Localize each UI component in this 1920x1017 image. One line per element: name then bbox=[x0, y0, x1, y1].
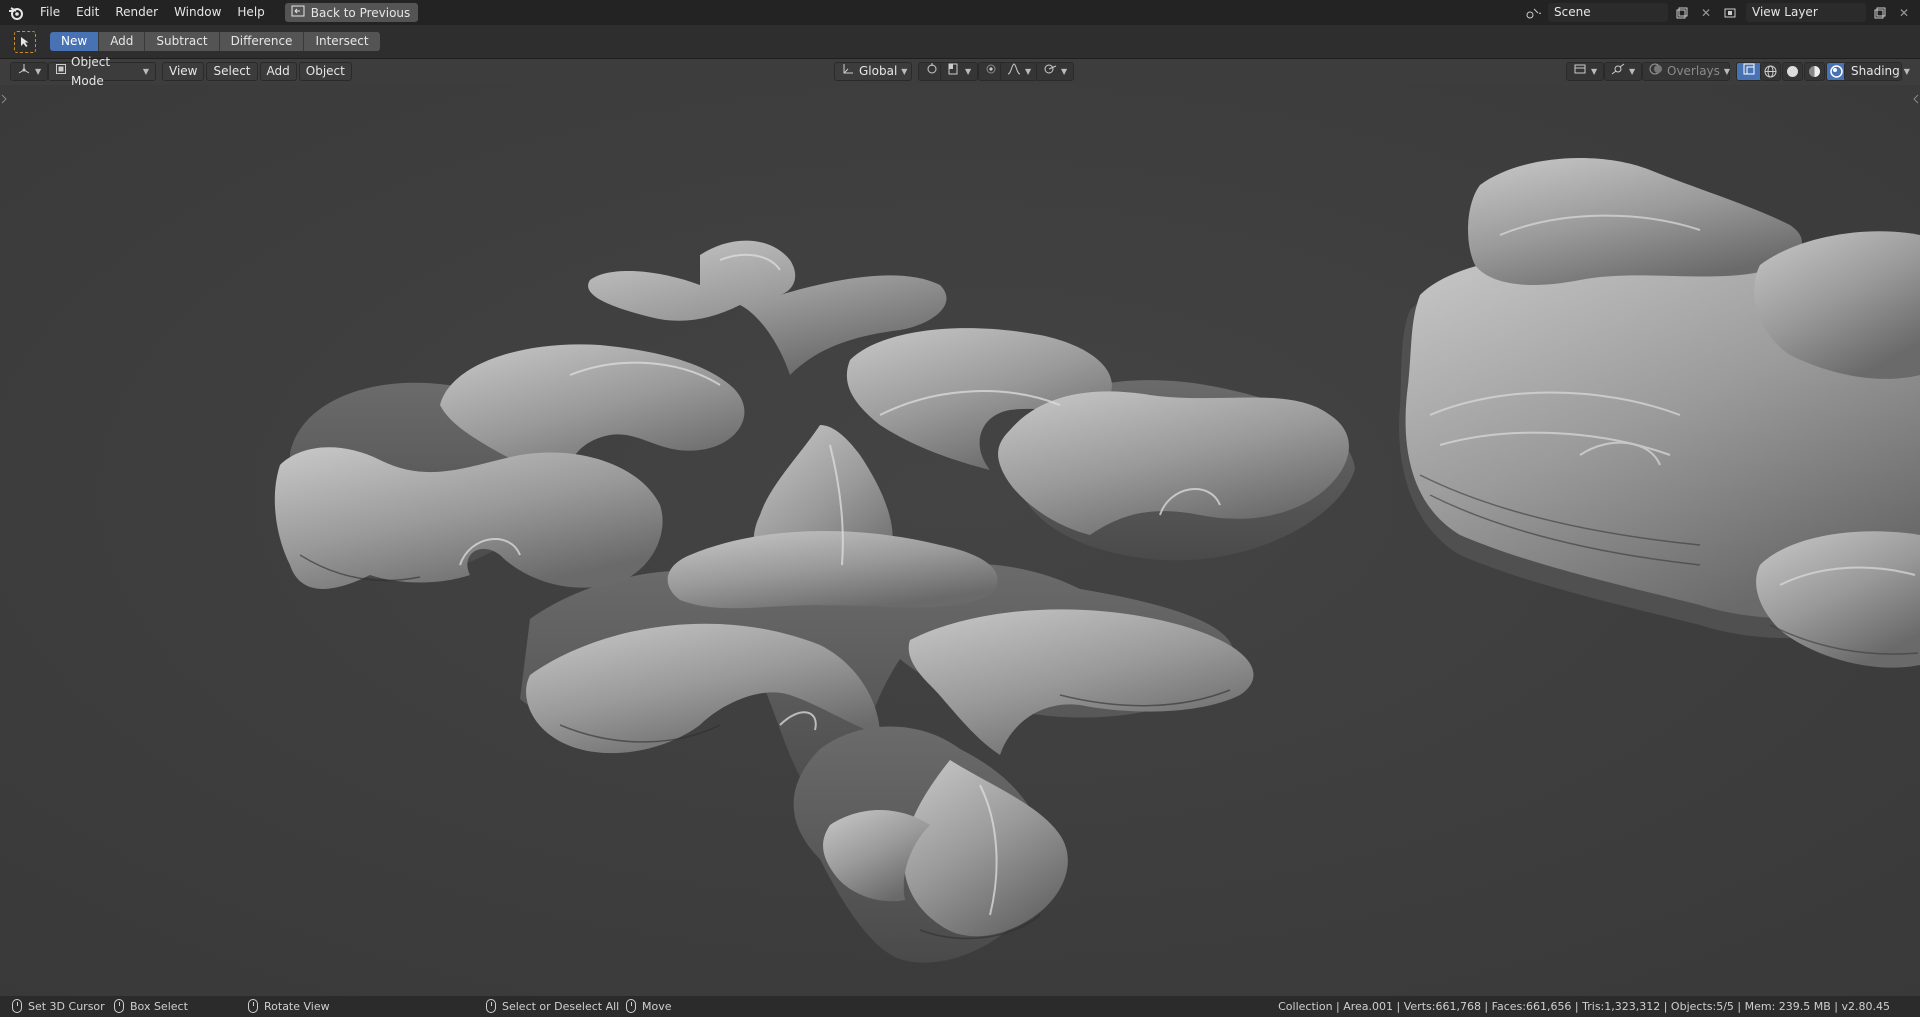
view3d-icon bbox=[17, 62, 31, 81]
chevron-down-icon: ▼ bbox=[1061, 67, 1068, 76]
pivot-icon bbox=[925, 62, 939, 81]
overlays-label: Overlays bbox=[1667, 64, 1720, 78]
bool-intersect-button[interactable]: Intersect bbox=[304, 32, 380, 51]
transform-orientation-dropdown[interactable]: Global ▼ bbox=[834, 62, 912, 81]
solid-shading-button[interactable] bbox=[1782, 62, 1803, 81]
view-layer-name-field[interactable]: View Layer bbox=[1746, 3, 1866, 22]
scene-statistics: Collection | Area.001 | Verts:661,768 | … bbox=[1278, 1000, 1890, 1013]
view-layer-icon[interactable] bbox=[1722, 3, 1742, 22]
proportional-dot-icon bbox=[985, 62, 997, 81]
orientation-axes-icon bbox=[841, 62, 855, 81]
chevron-down-icon: ▼ bbox=[1903, 67, 1910, 76]
chevron-down-icon: ▼ bbox=[901, 67, 908, 76]
chevron-down-icon: ▼ bbox=[965, 67, 972, 76]
status-rotate-view-label: Rotate View bbox=[264, 999, 330, 1013]
xray-toggle[interactable] bbox=[1736, 62, 1762, 81]
snap-target-button[interactable]: ▼ bbox=[940, 62, 979, 81]
scene-name-field[interactable]: Scene bbox=[1548, 3, 1668, 22]
material-shading-button[interactable] bbox=[1804, 62, 1825, 81]
menu-window[interactable]: Window bbox=[166, 0, 229, 25]
scene-selector: Scene ✕ bbox=[1524, 3, 1716, 22]
rendered-sphere-icon bbox=[1830, 65, 1843, 78]
snap-icon bbox=[947, 62, 961, 81]
viewport-menu-add[interactable]: Add bbox=[259, 62, 297, 81]
duplicate-view-layer-icon[interactable] bbox=[1870, 3, 1890, 22]
mouse-right-icon bbox=[486, 999, 496, 1013]
gizmo-arrows-icon bbox=[1611, 62, 1625, 81]
status-set-3d-cursor-label: Set 3D Cursor bbox=[28, 999, 105, 1013]
chevron-down-icon: ▼ bbox=[35, 67, 42, 76]
status-rotate-view: Rotate View bbox=[248, 999, 330, 1013]
xray-icon bbox=[1743, 62, 1755, 81]
bool-difference-button[interactable]: Difference bbox=[219, 32, 305, 51]
orientation-label: Global bbox=[859, 64, 898, 78]
status-set-3d-cursor: Set 3D Cursor bbox=[12, 999, 105, 1013]
mouse-drag-right-icon bbox=[626, 999, 636, 1013]
chevron-down-icon: ▼ bbox=[1629, 67, 1636, 76]
object-mode-icon bbox=[55, 62, 67, 81]
viewport-render[interactable] bbox=[0, 85, 1920, 996]
object-mode-dropdown[interactable]: Object Mode ▼ bbox=[48, 55, 156, 88]
menu-edit[interactable]: Edit bbox=[68, 0, 107, 25]
shading-modes bbox=[1760, 62, 1847, 81]
viewport-menu-select[interactable]: Select bbox=[206, 62, 258, 81]
top-menu-bar: File Edit Render Window Help Back to Pre… bbox=[0, 0, 1920, 25]
chevron-down-icon: ▼ bbox=[142, 67, 149, 76]
back-to-previous-label: Back to Previous bbox=[310, 5, 411, 20]
status-select-deselect: Select or Deselect All bbox=[486, 999, 619, 1013]
viewport-header: ▼ Object Mode ▼ View Select Add Object G… bbox=[0, 55, 1920, 88]
status-bar: Set 3D Cursor Box Select Rotate View Sel… bbox=[0, 996, 1920, 1017]
solid-sphere-icon bbox=[1787, 66, 1798, 77]
object-type-visibility-button[interactable]: ▼ bbox=[1566, 62, 1605, 81]
overlays-icon bbox=[1649, 62, 1663, 81]
gizmo-button[interactable]: ▼ bbox=[1036, 62, 1075, 81]
menu-help[interactable]: Help bbox=[229, 0, 272, 25]
tool-settings-bar: New Add Subtract Difference Intersect bbox=[0, 25, 1920, 59]
status-move: Move bbox=[626, 999, 672, 1013]
viewport-menu-view[interactable]: View bbox=[162, 62, 205, 81]
back-to-previous-button[interactable]: Back to Previous bbox=[284, 3, 419, 22]
status-box-select-label: Box Select bbox=[130, 999, 188, 1013]
visibility-box-icon bbox=[1573, 62, 1587, 81]
falloff-button[interactable]: ▼ bbox=[1000, 62, 1039, 81]
viewport-menu-object[interactable]: Object bbox=[298, 62, 352, 81]
menu-render[interactable]: Render bbox=[107, 0, 166, 25]
gizmo-icon bbox=[1043, 62, 1057, 81]
mouse-drag-icon bbox=[114, 999, 124, 1013]
bool-new-button[interactable]: New bbox=[50, 32, 100, 51]
blender-logo-icon[interactable] bbox=[0, 0, 32, 25]
viewport-menus: View Select Add Object bbox=[162, 62, 352, 81]
chevron-down-icon: ▼ bbox=[1591, 67, 1598, 76]
falloff-curve-icon bbox=[1007, 62, 1021, 81]
mouse-left-icon bbox=[12, 999, 22, 1013]
overlays-dropdown[interactable]: Overlays ▼ bbox=[1642, 62, 1730, 81]
menu-file[interactable]: File bbox=[32, 0, 68, 25]
status-move-label: Move bbox=[642, 999, 672, 1013]
screen-back-icon bbox=[291, 5, 305, 20]
status-box-select: Box Select bbox=[114, 999, 188, 1013]
shading-dropdown[interactable]: Shading ▼ bbox=[1844, 62, 1910, 81]
status-select-deselect-label: Select or Deselect All bbox=[502, 999, 620, 1013]
wireframe-shading-button[interactable] bbox=[1760, 62, 1781, 81]
chevron-down-icon: ▼ bbox=[1723, 67, 1731, 76]
chevron-down-icon: ▼ bbox=[1025, 67, 1032, 76]
bool-add-button[interactable]: Add bbox=[99, 32, 146, 51]
3d-viewport[interactable] bbox=[0, 85, 1920, 996]
editor-type-button[interactable]: ▼ bbox=[10, 62, 49, 81]
bool-subtract-button[interactable]: Subtract bbox=[145, 32, 220, 51]
delete-scene-icon[interactable]: ✕ bbox=[1696, 3, 1716, 22]
view-layer-selector: View Layer ✕ bbox=[1722, 3, 1914, 22]
duplicate-scene-icon[interactable] bbox=[1672, 3, 1692, 22]
select-tool-button[interactable] bbox=[14, 30, 36, 53]
mouse-middle-icon bbox=[248, 999, 258, 1013]
material-sphere-icon bbox=[1809, 66, 1820, 77]
show-gizmo-toggle[interactable]: ▼ bbox=[1604, 62, 1643, 81]
scene-icon[interactable] bbox=[1524, 3, 1544, 22]
delete-view-layer-icon[interactable]: ✕ bbox=[1894, 3, 1914, 22]
shading-label: Shading bbox=[1851, 64, 1900, 78]
boolean-operation-selector: New Add Subtract Difference Intersect bbox=[50, 32, 380, 51]
wireframe-sphere-icon bbox=[1764, 65, 1777, 78]
